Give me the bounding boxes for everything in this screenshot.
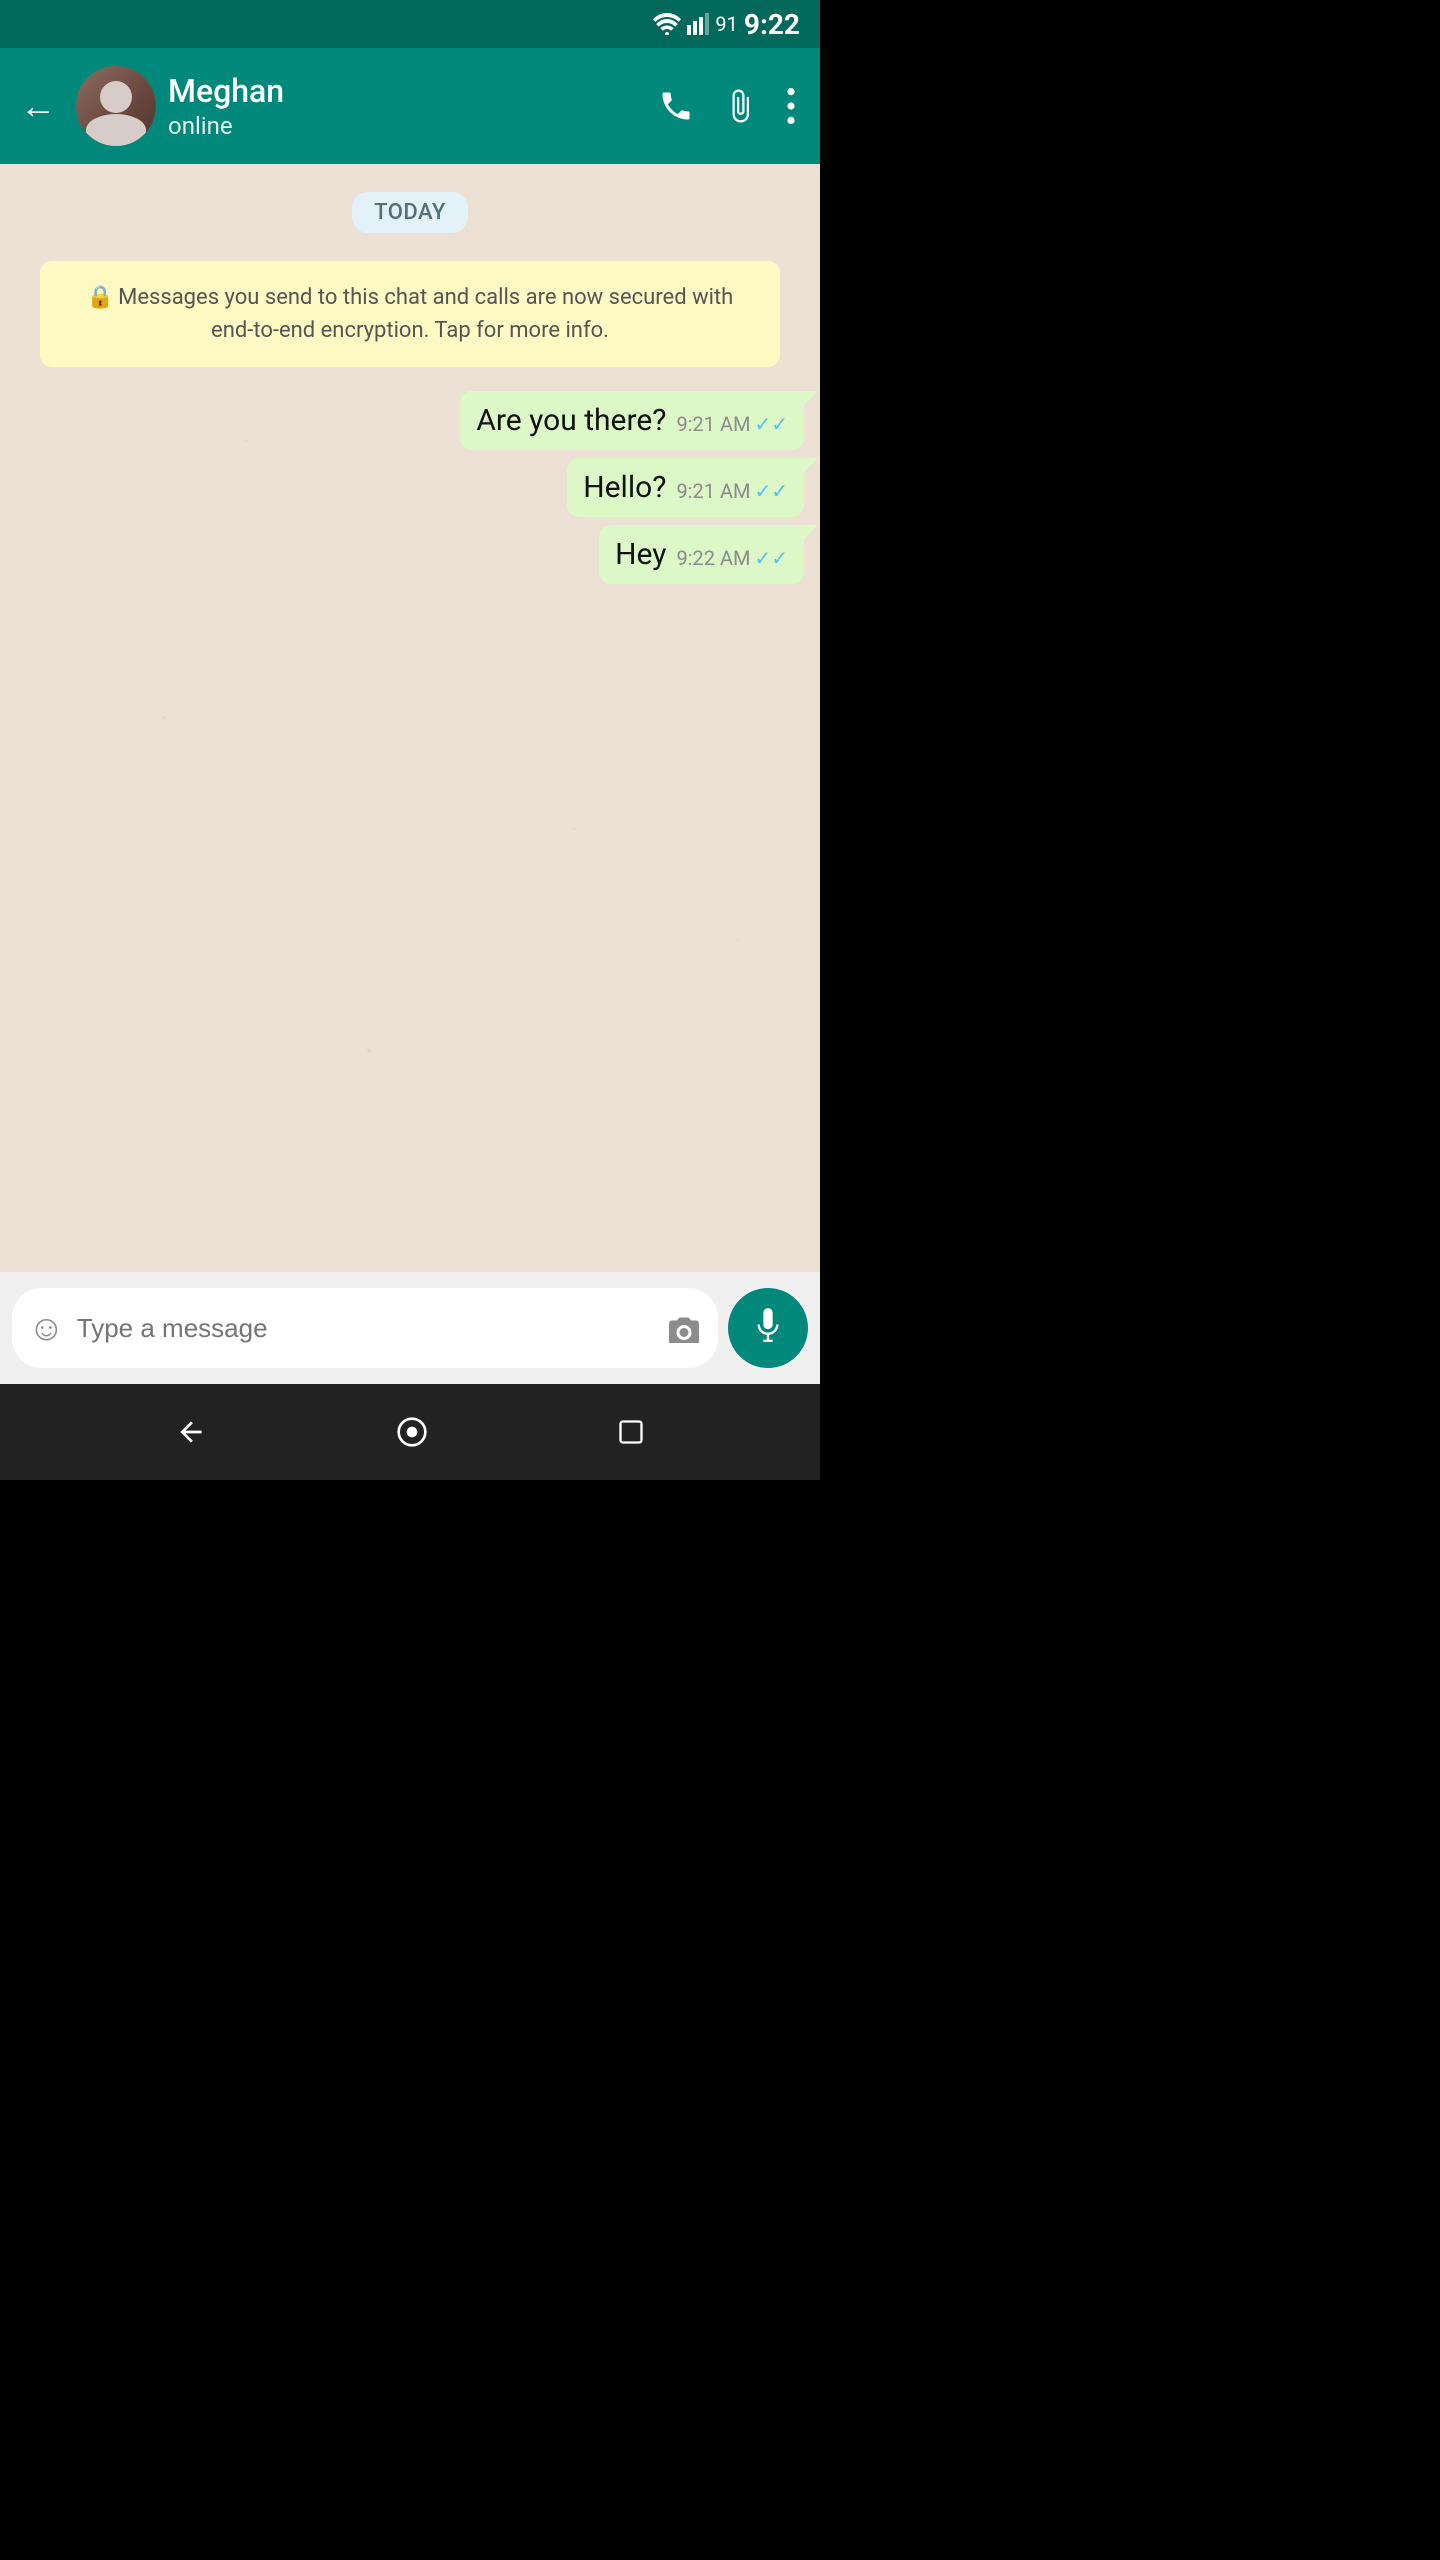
wifi-icon xyxy=(653,13,681,35)
security-text: Messages you send to this chat and calls… xyxy=(118,285,733,343)
mic-button[interactable] xyxy=(728,1288,808,1368)
back-button[interactable]: ← xyxy=(12,77,64,135)
message-input-container: ☺ xyxy=(12,1288,718,1368)
message-text: Are you there? xyxy=(476,403,666,438)
avatar[interactable] xyxy=(76,66,156,146)
battery-indicator: 91 xyxy=(715,12,737,36)
chat-content: TODAY 🔒Messages you send to this chat an… xyxy=(0,164,820,608)
message-meta: 9:21 AM ✓✓ xyxy=(676,479,788,503)
read-receipt-icon: ✓✓ xyxy=(754,412,788,436)
message-bubble: Hey 9:22 AM ✓✓ xyxy=(599,525,804,584)
date-chip: TODAY xyxy=(352,192,468,233)
message-time: 9:21 AM xyxy=(676,479,750,503)
back-nav-button[interactable] xyxy=(163,1404,219,1460)
message-time: 9:21 AM xyxy=(676,412,750,436)
message-time: 9:22 AM xyxy=(676,546,750,570)
message-text: Hello? xyxy=(583,470,666,505)
contact-name: Meghan xyxy=(168,72,634,110)
toolbar-actions xyxy=(646,76,808,136)
toolbar: ← Meghan online xyxy=(0,48,820,164)
recent-nav-button[interactable] xyxy=(605,1406,657,1458)
messages-container: Are you there? 9:21 AM ✓✓ Hello? 9:21 AM… xyxy=(16,383,804,592)
message-bubble: Are you there? 9:21 AM ✓✓ xyxy=(460,391,804,450)
home-nav-button[interactable] xyxy=(384,1404,440,1460)
status-bar: 91 9:22 xyxy=(0,0,820,48)
lock-icon: 🔒 xyxy=(87,285,114,310)
security-notice[interactable]: 🔒Messages you send to this chat and call… xyxy=(40,261,780,367)
message-bubble: Hello? 9:21 AM ✓✓ xyxy=(567,458,804,517)
message-row: Hello? 9:21 AM ✓✓ xyxy=(16,458,804,517)
message-meta: 9:22 AM ✓✓ xyxy=(676,546,788,570)
attach-button[interactable] xyxy=(710,76,770,136)
contact-info: Meghan online xyxy=(168,72,634,140)
message-text: Hey xyxy=(615,537,666,572)
signal-icon xyxy=(687,13,709,35)
emoji-button[interactable]: ☺ xyxy=(28,1307,65,1349)
message-row: Are you there? 9:21 AM ✓✓ xyxy=(16,391,804,450)
chat-area: TODAY 🔒Messages you send to this chat an… xyxy=(0,164,820,1272)
camera-button[interactable] xyxy=(666,1313,702,1343)
input-area: ☺ xyxy=(0,1272,820,1384)
contact-status: online xyxy=(168,112,634,140)
status-icons: 91 9:22 xyxy=(653,8,800,41)
message-input[interactable] xyxy=(77,1313,654,1344)
call-button[interactable] xyxy=(646,76,706,136)
message-meta: 9:21 AM ✓✓ xyxy=(676,412,788,436)
more-options-button[interactable] xyxy=(774,76,808,136)
read-receipt-icon: ✓✓ xyxy=(754,479,788,503)
status-time: 9:22 xyxy=(744,8,800,41)
message-row: Hey 9:22 AM ✓✓ xyxy=(16,525,804,584)
nav-bar xyxy=(0,1384,820,1480)
mic-icon xyxy=(754,1308,782,1348)
read-receipt-icon: ✓✓ xyxy=(754,546,788,570)
